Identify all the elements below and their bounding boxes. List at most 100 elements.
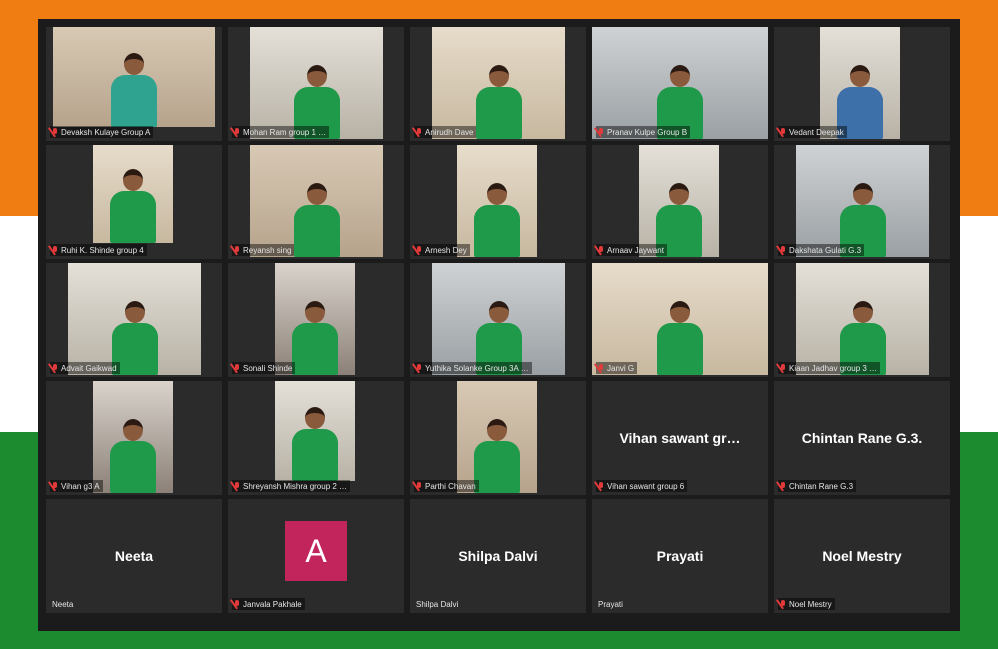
participant-name-text: Chintan Rane G.3: [789, 481, 854, 491]
mic-muted-icon: [416, 245, 422, 255]
participant-video-tile[interactable]: Advait Gaikwad: [46, 263, 222, 377]
participant-video-tile[interactable]: Pranav Kulpe Group B: [592, 27, 768, 141]
participant-display-name: Prayati: [656, 548, 704, 564]
participant-name-label: Shreyansh Mishra group 2 …: [232, 480, 351, 492]
participant-name-label: Neeta: [50, 598, 76, 610]
participant-video-tile[interactable]: Arnaav Jaywant: [592, 145, 768, 259]
participant-video-tile[interactable]: Reyansh sing: [228, 145, 404, 259]
participant-name-text: Reyansh sing: [243, 245, 292, 255]
participant-video-tile[interactable]: Shreyansh Mishra group 2 …: [228, 381, 404, 495]
participant-name-text: Janvi G: [607, 363, 635, 373]
participant-video-feed: [93, 145, 173, 243]
participant-name-text: Shreyansh Mishra group 2 …: [243, 481, 348, 491]
mic-muted-icon: [598, 127, 604, 137]
mic-muted-icon: [780, 127, 786, 137]
participant-video-feed: [457, 145, 537, 257]
participant-name-text: Arnaav Jaywant: [607, 245, 664, 255]
participant-name-label: Yuthika Solanke Group 3A …: [414, 362, 532, 374]
participant-name-text: Yuthika Solanke Group 3A …: [425, 363, 529, 373]
participant-video-tile[interactable]: Mohan Ram group 1 …: [228, 27, 404, 141]
participant-display-name: Noel Mestry: [822, 548, 902, 564]
participant-name-tile[interactable]: Chintan Rane G.3. Chintan Rane G.3: [774, 381, 950, 495]
participant-name-label: Noel Mestry: [778, 598, 835, 610]
participant-name-tile[interactable]: Prayati Prayati: [592, 499, 768, 613]
participant-video-feed: [639, 145, 719, 257]
participant-name-label: Kiaan Jadhav group 3 …: [778, 362, 881, 374]
mic-muted-icon: [52, 481, 58, 491]
participant-display-name: Shilpa Dalvi: [458, 548, 538, 564]
participant-name-tile[interactable]: Vihan sawant gr… Vihan sawant group 6: [592, 381, 768, 495]
participant-name-label: Vihan sawant group 6: [596, 480, 688, 492]
participant-name-text: Pranav Kulpe Group B: [607, 127, 688, 137]
participant-name-label: Pranav Kulpe Group B: [596, 126, 691, 138]
mic-muted-icon: [598, 245, 604, 255]
participant-name-tile[interactable]: Noel Mestry Noel Mestry: [774, 499, 950, 613]
mic-muted-icon: [598, 481, 604, 491]
participant-video-feed: [796, 263, 929, 375]
participant-figure: [105, 165, 161, 243]
participant-video-tile[interactable]: Parthi Chavan: [410, 381, 586, 495]
participant-grid: Devaksh Kulaye Group A Mohan Ram group 1 …: [46, 27, 952, 613]
participant-name-label: Mohan Ram group 1 …: [232, 126, 330, 138]
participant-name-text: Dakshata Gulati G.3: [789, 245, 862, 255]
mic-muted-icon: [780, 363, 786, 373]
participant-video-tile[interactable]: Devaksh Kulaye Group A: [46, 27, 222, 141]
participant-video-tile[interactable]: Sonali Shinde: [228, 263, 404, 377]
participant-video-tile[interactable]: Vihan g3 A: [46, 381, 222, 495]
participant-figure: [105, 415, 161, 493]
participant-video-tile[interactable]: Ruhi K. Shinde group 4: [46, 145, 222, 259]
participant-name-text: Kiaan Jadhav group 3 …: [789, 363, 878, 373]
participant-video-feed: [820, 27, 900, 139]
mic-muted-icon: [416, 127, 422, 137]
participant-video-tile[interactable]: Janvi G: [592, 263, 768, 377]
participant-video-feed: [432, 27, 565, 139]
participant-name-label: Arnesh Dey: [414, 244, 470, 256]
participant-name-label: Arnaav Jaywant: [596, 244, 667, 256]
participant-video-feed: [275, 381, 355, 481]
participant-video-tile[interactable]: Anirudh Dave: [410, 27, 586, 141]
participant-name-tile[interactable]: Shilpa Dalvi Shilpa Dalvi: [410, 499, 586, 613]
participant-video-tile[interactable]: Arnesh Dey: [410, 145, 586, 259]
mic-muted-icon: [598, 363, 604, 373]
participant-name-tile[interactable]: Neeta Neeta: [46, 499, 222, 613]
mic-muted-icon: [780, 599, 786, 609]
participant-name-label: Devaksh Kulaye Group A: [50, 126, 154, 138]
mic-muted-icon: [234, 245, 240, 255]
participant-video-feed: [250, 27, 383, 139]
participant-video-tile[interactable]: Vedant Deepak: [774, 27, 950, 141]
mic-muted-icon: [52, 363, 58, 373]
participant-video-feed: [592, 27, 768, 139]
participant-name-text: Janvala Pakhale: [243, 599, 302, 609]
participant-video-feed: [68, 263, 201, 375]
mic-muted-icon: [234, 127, 240, 137]
participant-name-text: Vihan g3 A: [61, 481, 100, 491]
participant-name-text: Sonali Shinde: [243, 363, 293, 373]
participant-video-feed: [592, 263, 768, 375]
participant-video-tile[interactable]: Yuthika Solanke Group 3A …: [410, 263, 586, 377]
mic-muted-icon: [780, 481, 786, 491]
participant-figure: [289, 179, 345, 257]
participant-name-tile[interactable]: A Janvala Pakhale: [228, 499, 404, 613]
participant-name-text: Arnesh Dey: [425, 245, 467, 255]
participant-name-label: Vihan g3 A: [50, 480, 103, 492]
participant-name-label: Reyansh sing: [232, 244, 295, 256]
participant-video-tile[interactable]: Dakshata Gulati G.3: [774, 145, 950, 259]
participant-name-text: Neeta: [52, 599, 74, 609]
participant-name-text: Mohan Ram group 1 …: [243, 127, 327, 137]
participant-video-tile[interactable]: Kiaan Jadhav group 3 …: [774, 263, 950, 377]
participant-name-text: Vihan sawant group 6: [607, 481, 685, 491]
participant-video-feed: [432, 263, 565, 375]
participant-video-feed: [796, 145, 929, 257]
video-meeting-gallery: Devaksh Kulaye Group A Mohan Ram group 1 …: [38, 19, 960, 631]
participant-name-label: Shilpa Dalvi: [414, 598, 461, 610]
participant-figure: [106, 49, 162, 127]
participant-name-text: Shilpa Dalvi: [416, 599, 459, 609]
mic-muted-icon: [416, 363, 422, 373]
participant-name-text: Noel Mestry: [789, 599, 832, 609]
participant-display-name: Chintan Rane G.3.: [801, 430, 923, 446]
participant-name-label: Janvala Pakhale: [232, 598, 305, 610]
participant-figure: [469, 179, 525, 257]
mic-muted-icon: [416, 481, 422, 491]
participant-figure: [471, 61, 527, 139]
participant-name-label: Vedant Deepak: [778, 126, 847, 138]
